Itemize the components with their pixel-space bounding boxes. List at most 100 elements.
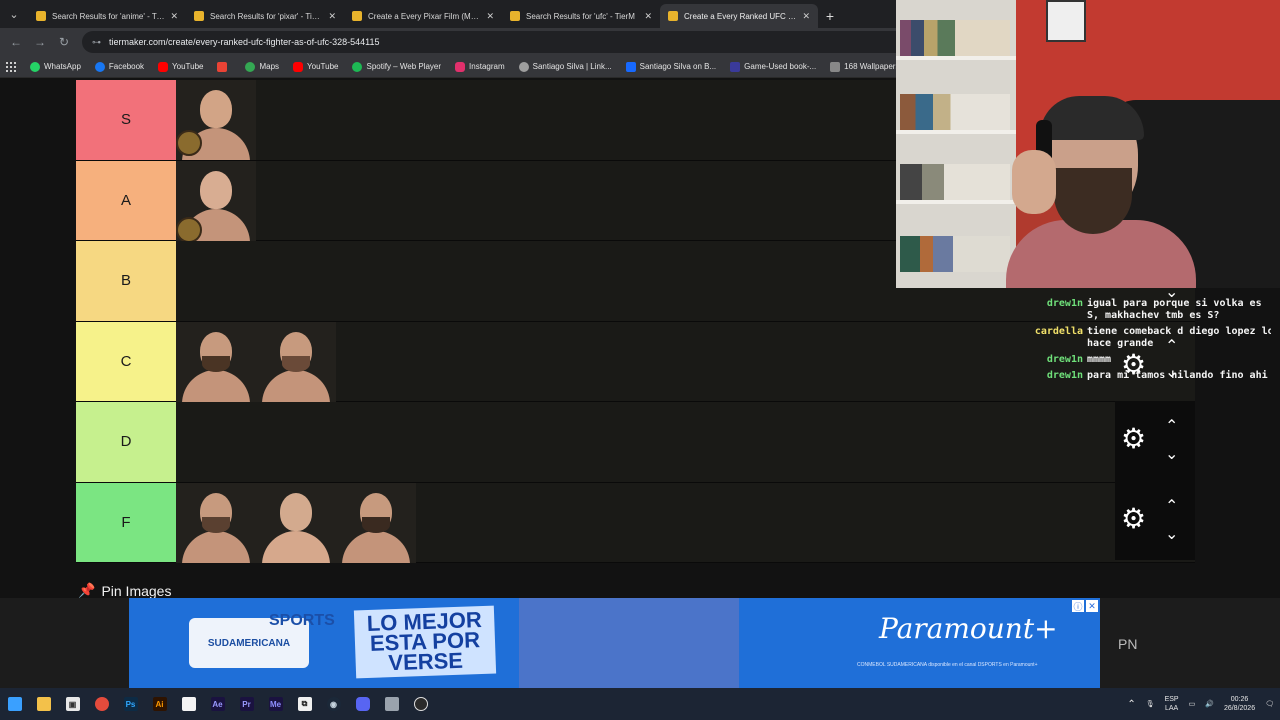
tier-items[interactable] [176,402,1195,482]
chevron-up-icon[interactable]: ⌃ [1165,416,1178,436]
fighter-card[interactable] [176,160,256,241]
chevron-down-icon[interactable]: ⌄ [1165,524,1178,544]
close-icon[interactable]: ✕ [802,11,810,22]
steam-icon[interactable]: ◉ [319,688,348,720]
bookmark-game-used[interactable]: Game-Used book-... [730,61,816,72]
discord-icon[interactable] [348,688,377,720]
tiermaker-favicon [194,11,204,21]
tier-label[interactable]: D [76,402,176,482]
taskbar: ▣ Ps Ai Ae Pr Me ⧉ ◉ ⌃ 🎙 ESP LAA ▭ 🔊 00:2… [0,688,1280,720]
close-icon[interactable]: ✕ [328,11,336,22]
premiere-icon[interactable]: Pr [232,688,261,720]
bookmark-linkedin[interactable]: Santiago Silva | Link... [518,61,612,72]
tier-label[interactable]: B [76,241,176,321]
tab-anime[interactable]: Search Results for 'anime' - Tier ✕ [28,4,186,28]
capcut-icon[interactable]: ⧉ [290,688,319,720]
fighter-card[interactable] [256,482,336,563]
tab-search-icon[interactable]: ⌄ [0,0,28,28]
bookmark-maps[interactable]: Maps [245,61,279,72]
ad-side-left [0,598,129,688]
store-icon[interactable]: ▣ [58,688,87,720]
bookmark-youtube[interactable]: YouTube [158,61,203,72]
back-icon[interactable]: ← [4,35,28,49]
after-effects-icon[interactable]: Ae [203,688,232,720]
bookmark-gmail[interactable] [217,61,231,72]
reload-icon[interactable]: ↻ [52,35,76,49]
file-explorer-icon[interactable] [29,688,58,720]
tier-row-f: F [76,482,1195,563]
obs-icon[interactable] [406,688,435,720]
poster-frame [1046,0,1086,42]
bookmark-whatsapp[interactable]: WhatsApp [30,61,81,72]
tab-ufc-create[interactable]: Create a Every Ranked UFC Figh ✕ [660,4,818,28]
ad-headline: LO MEJOR ESTA POR VERSE [353,605,497,679]
gear-icon[interactable]: ⚙ [1121,502,1146,535]
gear-icon[interactable]: ⚙ [1121,422,1146,455]
behance-icon [625,61,636,72]
tiermaker-favicon [510,11,520,21]
bookmark-spotify[interactable]: Spotify – Web Player [352,61,441,72]
ad-banner[interactable]: SUDAMERICANA SPORTS LO MEJOR ESTA POR VE… [129,598,1100,688]
chat-message: drew1n mmmm [1046,354,1112,365]
media-encoder-icon[interactable]: Me [261,688,290,720]
forward-icon[interactable]: → [28,35,52,49]
paramount-logo: Paramount+ [879,612,1058,645]
calculator-icon[interactable] [377,688,406,720]
chevron-up-icon[interactable]: ⌃ [1127,699,1135,710]
fighter-card[interactable] [256,321,336,402]
tab-ufc-search[interactable]: Search Results for 'ufc' - TierM ✕ [502,4,660,28]
notifications-icon[interactable]: 🗨 [1265,700,1274,709]
photoshop-icon[interactable]: Ps [116,688,145,720]
ad-close-icon[interactable]: ✕ [1086,600,1098,612]
clock[interactable]: 00:26 26/8/2026 [1224,695,1255,713]
microphone-icon[interactable]: 🎙 [1146,700,1155,709]
instagram-icon [455,61,466,72]
language-indicator[interactable]: ESP LAA [1165,695,1179,713]
tier-label[interactable]: C [76,321,176,401]
bookmark-youtube-2[interactable]: YouTube [293,61,338,72]
gmail-icon [217,61,228,72]
tier-label[interactable]: A [76,160,176,240]
chevron-down-icon[interactable]: ⌄ [1165,444,1178,464]
bookmark-behance[interactable]: Santiago Silva on B... [625,61,716,72]
bookmark-site-icon [830,61,841,72]
tier-label[interactable]: S [76,80,176,160]
illustrator-icon[interactable]: Ai [145,688,174,720]
chevron-up-icon[interactable]: ⌃ [1165,496,1178,516]
url-field[interactable]: ⊶ tiermaker.com/create/every-ranked-ufc-… [82,31,940,53]
windows-start-icon[interactable] [0,688,29,720]
spotify-icon [352,61,363,72]
tab-pixar-search[interactable]: Search Results for 'pixar' - TierM ✕ [186,4,344,28]
tiermaker-favicon [352,11,362,21]
apps-icon[interactable] [6,61,16,72]
notepad-icon[interactable] [174,688,203,720]
fighter-card[interactable] [176,482,256,563]
youtube-icon [293,61,304,72]
tier-items[interactable] [176,482,1195,563]
system-tray: ⌃ 🎙 ESP LAA ▭ 🔊 00:26 26/8/2026 🗨 [1127,688,1274,720]
ad-players-image [519,598,739,688]
network-icon[interactable]: ▭ [1189,700,1196,709]
pin-images-toggle[interactable]: 📌 Pin Images [78,582,171,599]
new-tab-button[interactable]: + [818,4,842,28]
volume-icon[interactable]: 🔊 [1205,700,1214,709]
webcam-overlay [896,0,1280,288]
bookmark-facebook[interactable]: Facebook [94,61,144,72]
close-icon[interactable]: ✕ [486,11,494,22]
bookmark-instagram[interactable]: Instagram [455,61,505,72]
chrome-icon[interactable] [87,688,116,720]
tab-pixar-create[interactable]: Create a Every Pixar Film (Marc ✕ [344,4,502,28]
fighter-card[interactable] [336,482,416,563]
tier-label[interactable]: F [76,482,176,562]
fighter-card[interactable] [176,321,256,402]
pin-icon: 📌 [78,582,96,598]
ad-info-icon[interactable]: ⓘ [1072,600,1084,612]
screen: ⌄ Search Results for 'anime' - Tier ✕ Sea… [0,0,1280,720]
fighter-card[interactable] [176,80,256,160]
close-icon[interactable]: ✕ [644,11,652,22]
close-icon[interactable]: ✕ [170,11,178,22]
tiermaker-favicon [668,11,678,21]
site-info-icon[interactable]: ⊶ [92,37,101,48]
globe-icon [518,61,529,72]
dsports-logo: SPORTS [269,612,335,629]
